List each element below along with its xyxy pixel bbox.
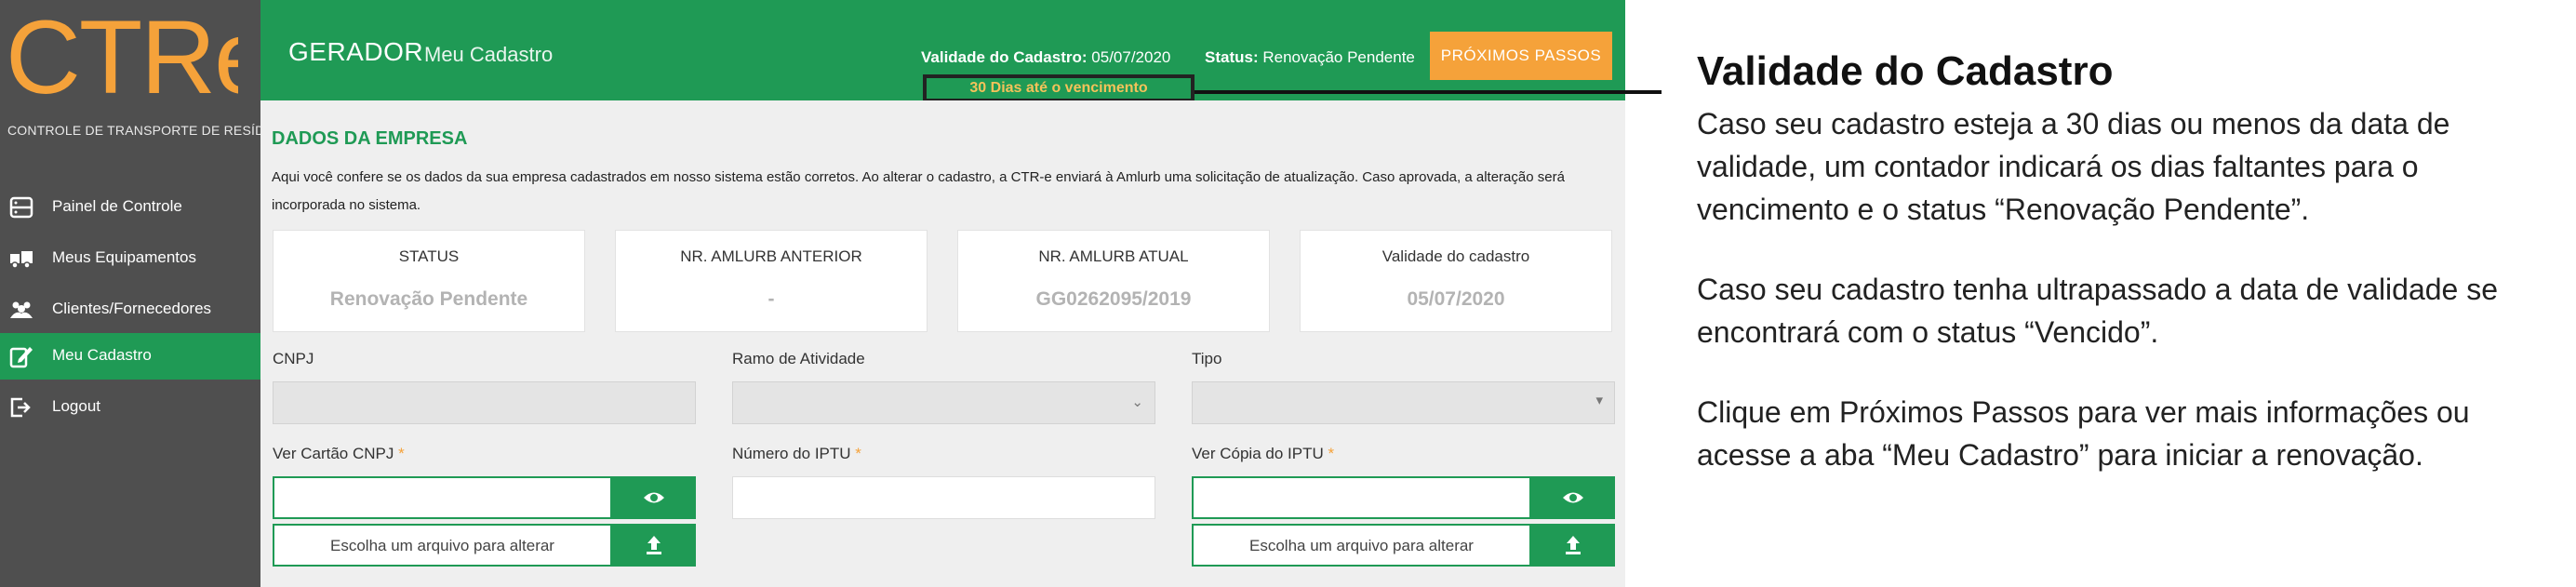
validade-card: Validade do cadastro 05/07/2020 bbox=[1300, 230, 1612, 332]
validity-label: Validade do Cadastro: bbox=[921, 48, 1088, 66]
ramo-select[interactable]: ⌄ bbox=[732, 381, 1155, 424]
page-title: GERADOR bbox=[288, 37, 424, 66]
status-value: Renovação Pendente bbox=[1262, 48, 1415, 66]
card-title: NR. AMLURB ATUAL bbox=[1038, 247, 1189, 265]
callout-paragraph: Caso seu cadastro tenha ultrapassado a d… bbox=[1697, 273, 2499, 349]
iptu-label: Número do IPTU * bbox=[732, 445, 861, 462]
copia-iptu-file-input[interactable]: Escolha um arquivo para alterar bbox=[1192, 524, 1531, 567]
truck-icon bbox=[10, 251, 33, 269]
validity-value: 05/07/2020 bbox=[1091, 48, 1171, 66]
edit-icon bbox=[9, 347, 33, 368]
sidebar-item-label: Clientes/Fornecedores bbox=[52, 300, 212, 317]
card-title: STATUS bbox=[398, 247, 460, 265]
expiry-counter-badge: 30 Dias até o vencimento bbox=[923, 74, 1195, 102]
caret-down-icon: ▾ bbox=[1595, 393, 1603, 408]
view-cartao-cnpj-button[interactable] bbox=[612, 476, 696, 519]
card-value: Renovação Pendente bbox=[329, 288, 528, 310]
validity-info: Validade do Cadastro: 05/07/2020 bbox=[921, 48, 1170, 67]
copia-iptu-field[interactable] bbox=[1192, 476, 1531, 519]
logo-text: CTRe bbox=[6, 9, 238, 102]
sidebar-item-label: Meu Cadastro bbox=[52, 346, 152, 364]
eye-icon bbox=[644, 492, 664, 503]
cartao-cnpj-file-input[interactable]: Escolha um arquivo para alterar bbox=[273, 524, 612, 567]
callout-line bbox=[1195, 90, 1662, 94]
upload-icon bbox=[647, 536, 661, 554]
file-input-label: Escolha um arquivo para alterar bbox=[1249, 537, 1474, 554]
copia-iptu-label: Ver Cópia do IPTU * bbox=[1192, 445, 1335, 462]
tipo-label: Tipo bbox=[1192, 350, 1222, 367]
card-title: NR. AMLURB ANTERIOR bbox=[680, 247, 862, 265]
ramo-label: Ramo de Atividade bbox=[732, 350, 865, 367]
card-value: GG0262095/2019 bbox=[1035, 288, 1192, 310]
page-subtitle: Meu Cadastro bbox=[424, 43, 554, 66]
sidebar-item-meus-equipamentos[interactable]: Meus Equipamentos bbox=[0, 235, 260, 282]
cnpj-label: CNPJ bbox=[273, 350, 314, 367]
callout-paragraph: Caso seu cadastro esteja a 30 dias ou me… bbox=[1697, 107, 2450, 226]
logo-subtitle: CONTROLE DE TRANSPORTE DE RESÍDUOS bbox=[7, 123, 294, 138]
required-mark: * bbox=[398, 445, 405, 462]
callout-paragraph: Clique em Próximos Passos para ver mais … bbox=[1697, 395, 2470, 472]
sidebar-item-logout[interactable]: Logout bbox=[0, 384, 260, 431]
chevron-down-icon: ⌄ bbox=[1131, 394, 1143, 410]
cnpj-field[interactable] bbox=[273, 381, 696, 424]
required-mark: * bbox=[1328, 445, 1335, 462]
upload-copia-iptu-button[interactable] bbox=[1531, 524, 1615, 567]
section-title: DADOS DA EMPRESA bbox=[272, 128, 468, 149]
ctre-logo: CTRe bbox=[6, 9, 238, 102]
upload-icon bbox=[1566, 536, 1581, 554]
sidebar-item-meu-cadastro[interactable]: Meu Cadastro bbox=[0, 333, 260, 380]
amlurb-atual-card: NR. AMLURB ATUAL GG0262095/2019 bbox=[957, 230, 1270, 332]
eye-icon bbox=[1563, 492, 1583, 503]
sidebar-item-label: Meus Equipamentos bbox=[52, 248, 196, 266]
sidebar-item-painel-de-controle[interactable]: Painel de Controle bbox=[0, 184, 260, 231]
logout-icon bbox=[10, 397, 31, 418]
sidebar-item-label: Logout bbox=[52, 397, 100, 415]
tipo-select[interactable]: ▾ bbox=[1192, 381, 1615, 424]
cartao-cnpj-field[interactable] bbox=[273, 476, 612, 519]
upload-cartao-cnpj-button[interactable] bbox=[612, 524, 696, 567]
proximos-passos-button[interactable]: PRÓXIMOS PASSOS bbox=[1430, 32, 1612, 80]
sidebar-item-clientes-fornecedores[interactable]: Clientes/Fornecedores bbox=[0, 287, 260, 333]
card-value: 05/07/2020 bbox=[1407, 288, 1505, 310]
iptu-number-field[interactable] bbox=[732, 476, 1155, 519]
callout-title: Validade do Cadastro bbox=[1697, 48, 2114, 94]
cartao-cnpj-label: Ver Cartão CNPJ * bbox=[273, 445, 405, 462]
card-title: Validade do cadastro bbox=[1381, 247, 1530, 265]
status-info: Status: Renovação Pendente bbox=[1205, 48, 1415, 67]
dashboard-icon bbox=[9, 196, 33, 219]
file-input-label: Escolha um arquivo para alterar bbox=[330, 537, 554, 554]
info-text: Aqui você confere se os dados da sua emp… bbox=[272, 169, 1565, 213]
status-label: Status: bbox=[1205, 48, 1259, 66]
users-icon bbox=[10, 301, 33, 318]
view-copia-iptu-button[interactable] bbox=[1531, 476, 1615, 519]
status-card: STATUS Renovação Pendente bbox=[273, 230, 585, 332]
card-value: - bbox=[767, 288, 775, 310]
sidebar-item-label: Painel de Controle bbox=[52, 197, 182, 215]
amlurb-anterior-card: NR. AMLURB ANTERIOR - bbox=[615, 230, 928, 332]
required-mark: * bbox=[855, 445, 861, 462]
